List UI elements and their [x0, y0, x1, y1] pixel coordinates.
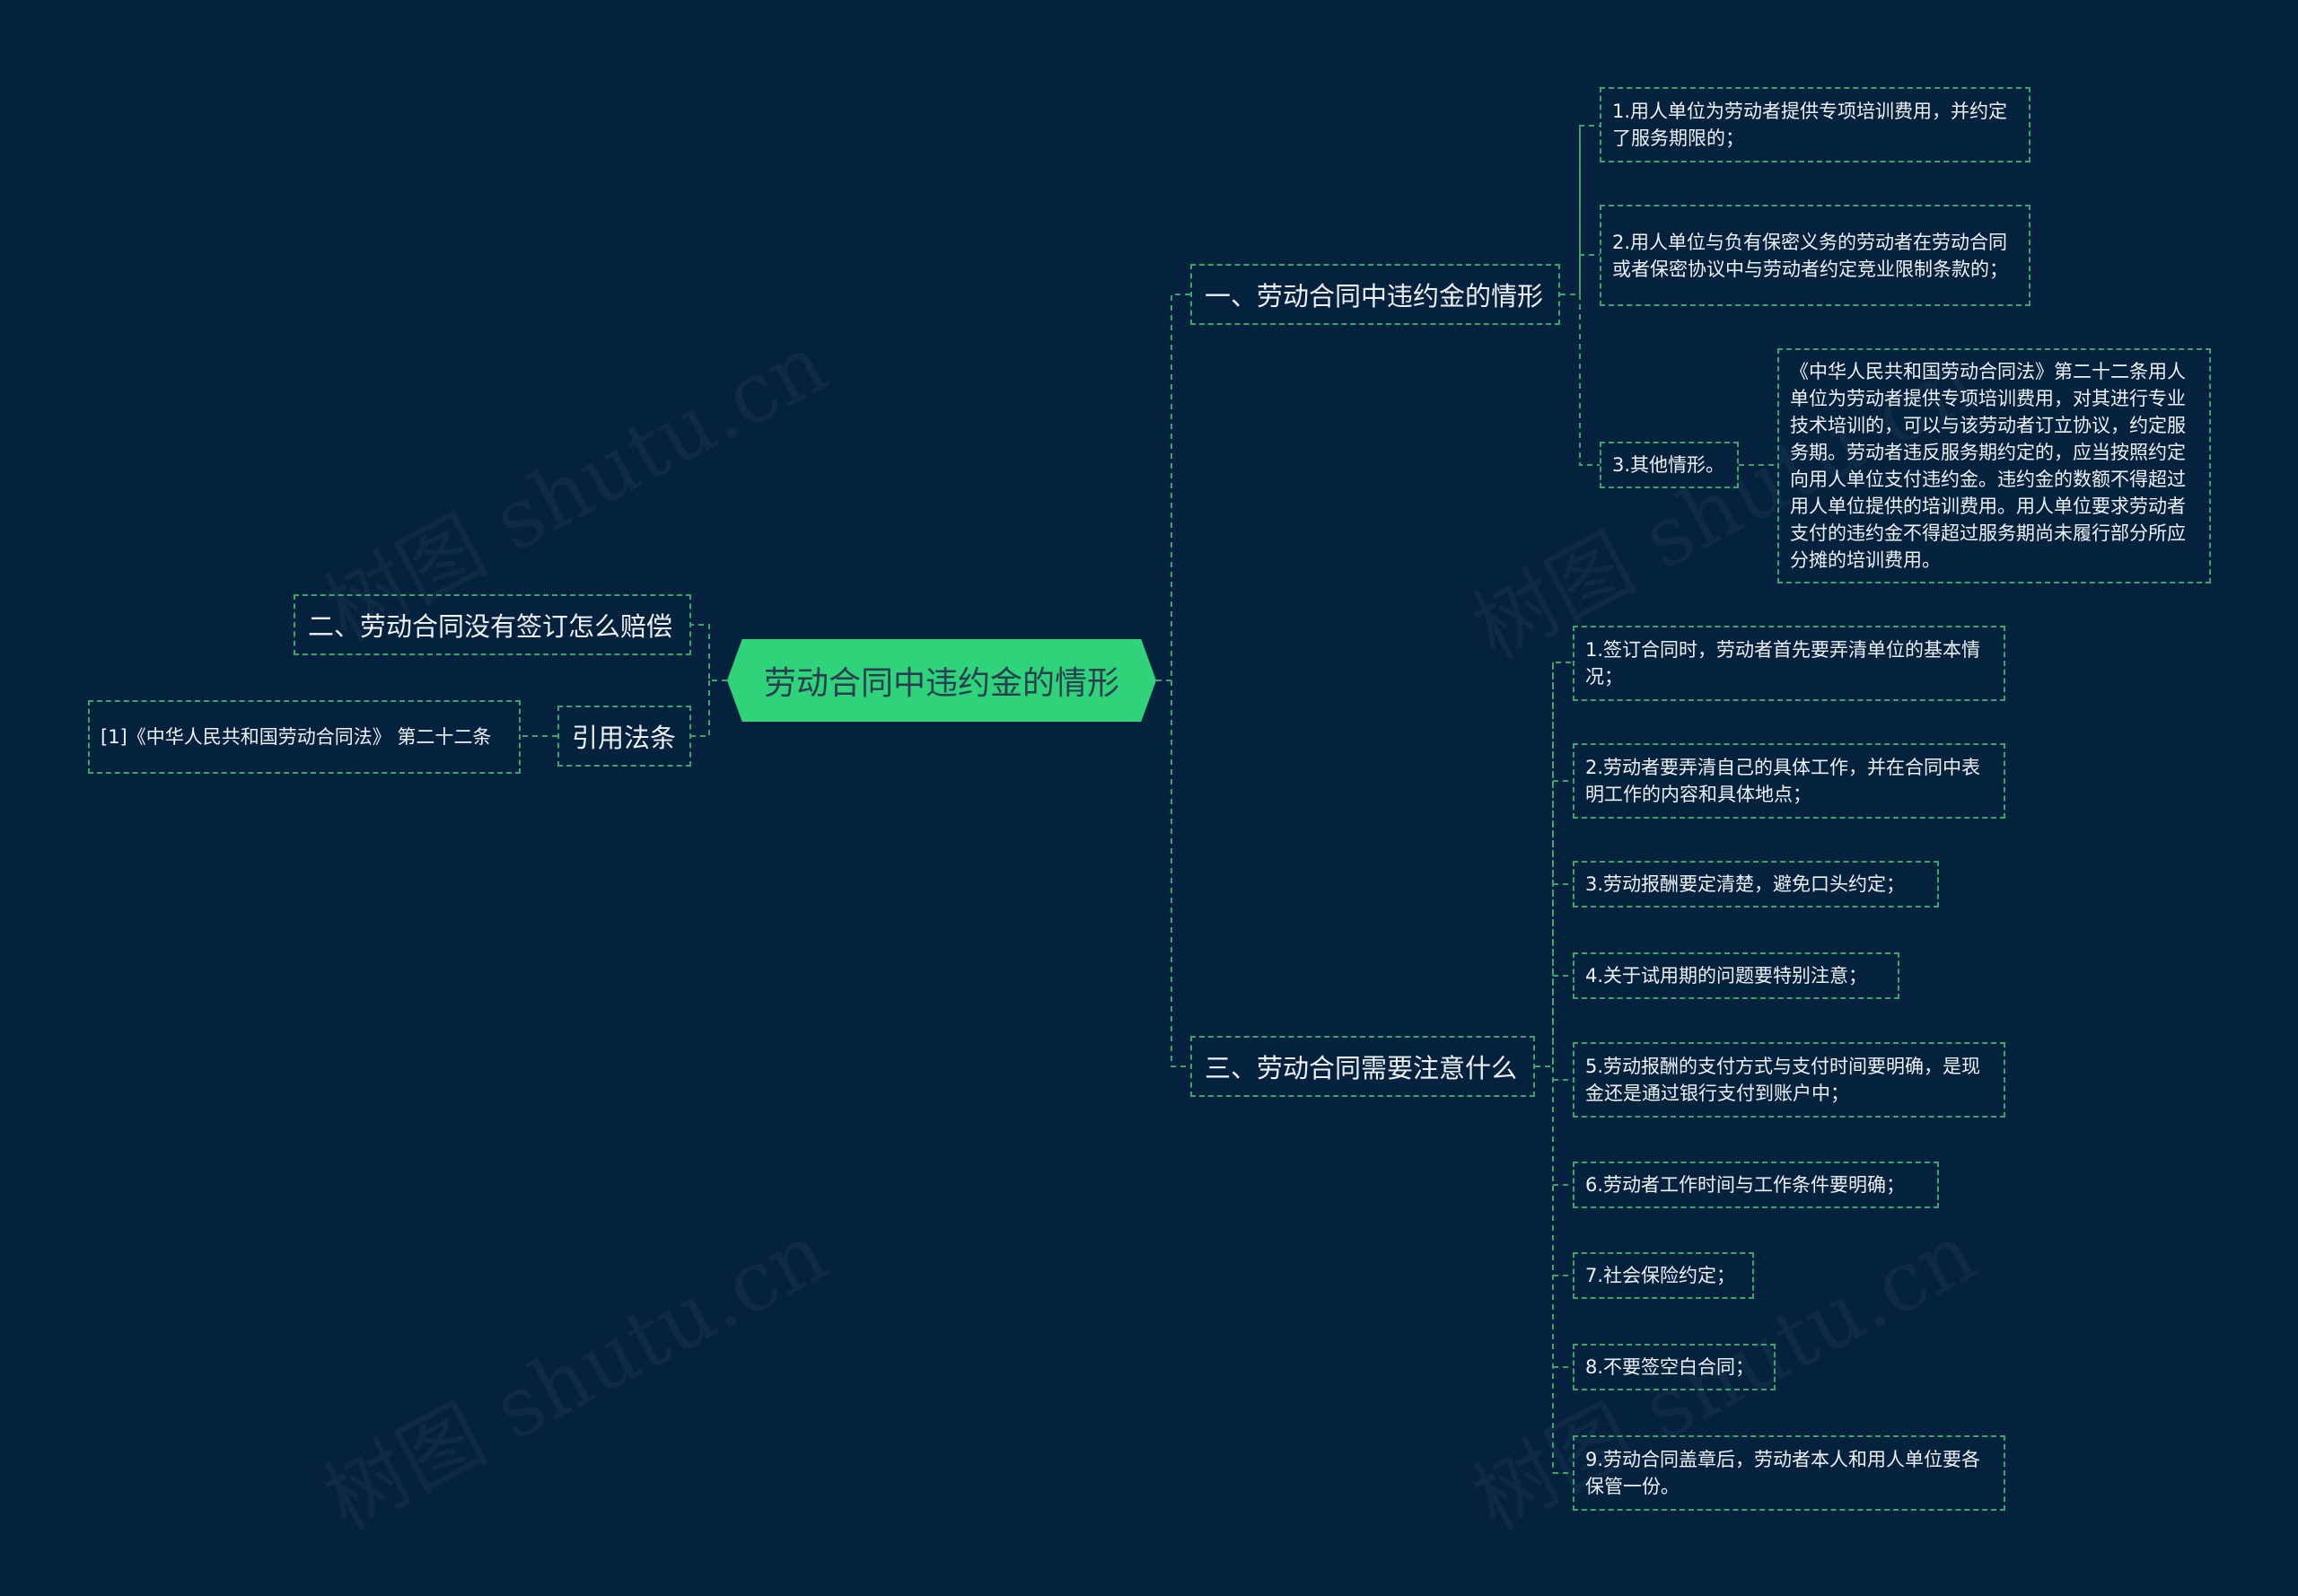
- precaution-item-9[interactable]: 9.劳动合同盖章后，劳动者本人和用人单位要各保管一份。: [1573, 1435, 2005, 1511]
- penalty-item-1[interactable]: 1.用人单位为劳动者提供专项培训费用，并约定了服务期限的；: [1600, 87, 2030, 162]
- precaution-item-8[interactable]: 8.不要签空白合同；: [1573, 1344, 1776, 1390]
- branch-label: 引用法条: [572, 723, 677, 753]
- branch-cited-law[interactable]: 引用法条: [557, 706, 691, 767]
- precaution-item-7[interactable]: 7.社会保险约定；: [1573, 1252, 1754, 1299]
- precaution-item-1[interactable]: 1.签订合同时，劳动者首先要弄清单位的基本情况；: [1573, 626, 2005, 701]
- leaf-text: 1.签订合同时，劳动者首先要弄清单位的基本情况；: [1585, 639, 1981, 688]
- precaution-item-4[interactable]: 4.关于试用期的问题要特别注意；: [1573, 952, 1899, 999]
- branch-contract-precautions[interactable]: 三、劳动合同需要注意什么: [1190, 1036, 1535, 1097]
- central-topic-label: 劳动合同中违约金的情形: [763, 665, 1119, 702]
- leaf-text: 2.劳动者要弄清自己的具体工作，并在合同中表明工作的内容和具体地点；: [1585, 757, 1981, 805]
- connector-root-branch3: [1171, 680, 1190, 1067]
- cited-law-reference[interactable]: [1]《中华人民共和国劳动合同法》 第二十二条: [88, 700, 521, 774]
- connector-branch1-item2: [1579, 126, 1600, 256]
- leaf-text: 1.用人单位为劳动者提供专项培训费用，并约定了服务期限的；: [1612, 101, 2008, 149]
- leaf-text: 3.劳动报酬要定清楚，避免口头约定；: [1585, 873, 1906, 895]
- leaf-text: 6.劳动者工作时间与工作条件要明确；: [1585, 1174, 1906, 1196]
- leaf-text: 7.社会保险约定；: [1585, 1265, 1736, 1286]
- leaf-text: 2.用人单位与负有保密义务的劳动者在劳动合同或者保密协议中与劳动者约定竞业限制条…: [1612, 231, 2008, 280]
- precaution-item-3[interactable]: 3.劳动报酬要定清楚，避免口头约定；: [1573, 861, 1939, 908]
- branch-no-contract-compensation[interactable]: 二、劳动合同没有签订怎么赔偿: [294, 594, 691, 655]
- leaf-text: 8.不要签空白合同；: [1585, 1356, 1755, 1378]
- leaf-text: 9.劳动合同盖章后，劳动者本人和用人单位要各保管一份。: [1585, 1449, 1981, 1497]
- connector-root-right: [1156, 294, 1190, 681]
- connector-root-left: [691, 624, 727, 681]
- precaution-item-2[interactable]: 2.劳动者要弄清自己的具体工作，并在合同中表明工作的内容和具体地点；: [1573, 743, 2005, 819]
- leaf-text: [1]《中华人民共和国劳动合同法》 第二十二条: [101, 726, 492, 748]
- central-topic[interactable]: 劳动合同中违约金的情形: [727, 639, 1156, 722]
- connector-root-cite: [691, 680, 710, 737]
- precaution-item-5[interactable]: 5.劳动报酬的支付方式与支付时间要明确，是现金还是通过银行支付到账户中；: [1573, 1042, 2005, 1118]
- branch-penalty-situations[interactable]: 一、劳动合同中违约金的情形: [1190, 264, 1560, 325]
- branch-label: 三、劳动合同需要注意什么: [1205, 1053, 1518, 1083]
- leaf-text: 5.劳动报酬的支付方式与支付时间要明确，是现金还是通过银行支付到账户中；: [1585, 1056, 1981, 1104]
- penalty-detail-article-22[interactable]: 《中华人民共和国劳动合同法》第二十二条用人单位为劳动者提供专项培训费用，对其进行…: [1777, 348, 2211, 583]
- mind-map-canvas: 树图 shutu.cn 树图 shutu.cn 树图 shutu.cn 树图 s…: [0, 0, 2298, 1596]
- branch-label: 二、劳动合同没有签订怎么赔偿: [308, 611, 673, 642]
- precaution-item-6[interactable]: 6.劳动者工作时间与工作条件要明确；: [1573, 1162, 1939, 1208]
- penalty-item-2[interactable]: 2.用人单位与负有保密义务的劳动者在劳动合同或者保密协议中与劳动者约定竞业限制条…: [1600, 205, 2030, 306]
- leaf-text: 3.其他情形。: [1612, 454, 1725, 476]
- leaf-text: 《中华人民共和国劳动合同法》第二十二条用人单位为劳动者提供专项培训费用，对其进行…: [1790, 361, 2186, 571]
- penalty-item-3[interactable]: 3.其他情形。: [1600, 442, 1739, 488]
- connector-branch1-item3: [1579, 255, 1600, 466]
- branch-label: 一、劳动合同中违约金的情形: [1205, 281, 1544, 311]
- leaf-text: 4.关于试用期的问题要特别注意；: [1585, 965, 1868, 987]
